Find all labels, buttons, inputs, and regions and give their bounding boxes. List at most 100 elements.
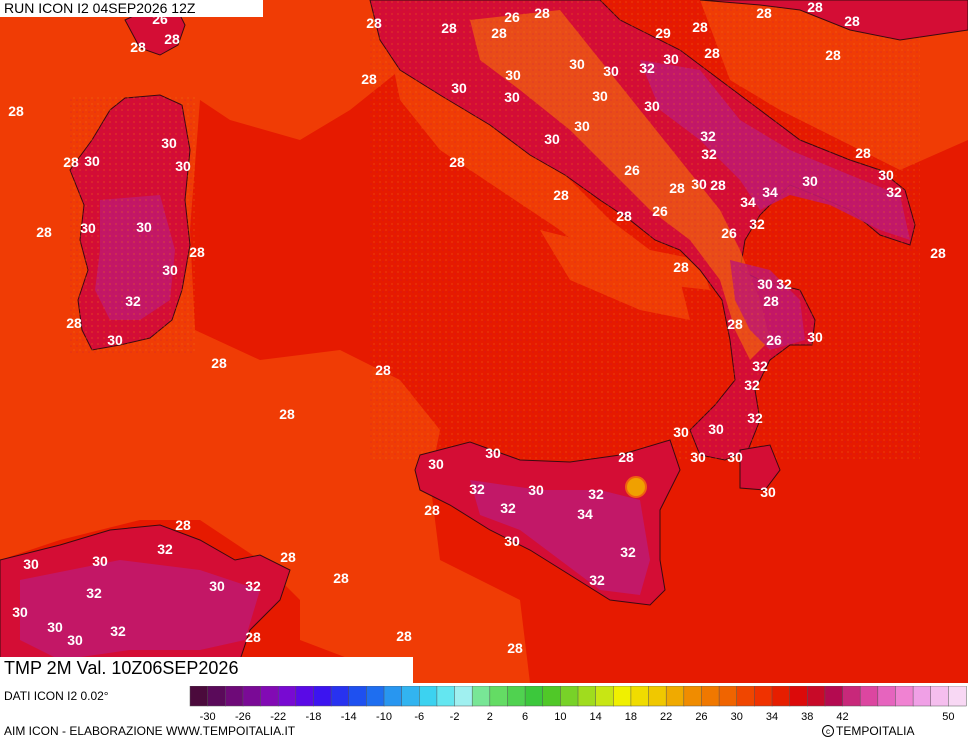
run-label: RUN ICON I2 04SEP2026 12Z — [4, 0, 196, 16]
scale-swatch — [665, 686, 685, 707]
temp-label: 30 — [673, 424, 689, 440]
scale-swatch — [736, 686, 755, 707]
scale-swatch — [242, 686, 262, 707]
temp-label: 28 — [424, 502, 440, 518]
temp-label: 26 — [721, 225, 737, 241]
scale-swatch — [542, 686, 561, 707]
scale-swatch — [313, 686, 332, 707]
temp-label: 28 — [189, 244, 205, 260]
temp-label: 30 — [451, 80, 467, 96]
scale-tick-label: -18 — [305, 711, 321, 723]
temp-label: 26 — [624, 162, 640, 178]
temp-label: 30 — [690, 449, 706, 465]
scale-swatch — [330, 686, 350, 707]
scale-swatch — [277, 686, 297, 707]
temp-label: 30 — [12, 604, 28, 620]
temp-label: 30 — [757, 276, 773, 292]
temp-label: 32 — [700, 128, 716, 144]
scale-tick-label: 2 — [487, 711, 493, 723]
temp-label: 32 — [588, 486, 604, 502]
scale-swatch — [930, 686, 949, 707]
temp-label: 30 — [592, 88, 608, 104]
temp-label: 28 — [673, 259, 689, 275]
temp-label: 30 — [175, 158, 191, 174]
temp-label: 32 — [752, 358, 768, 374]
temp-label: 32 — [500, 500, 516, 516]
temp-label: 30 — [84, 153, 100, 169]
temp-label: 32 — [245, 578, 261, 594]
temp-label: 30 — [528, 482, 544, 498]
temp-label: 32 — [589, 572, 605, 588]
temp-label: 30 — [574, 118, 590, 134]
etna-cool-spot — [625, 476, 647, 498]
temp-label: 26 — [652, 203, 668, 219]
temp-label: 28 — [279, 406, 295, 422]
scale-swatch — [842, 686, 861, 707]
scale-swatch — [718, 686, 738, 707]
temp-label: 30 — [760, 484, 776, 500]
scale-swatch — [401, 686, 420, 707]
temp-label: 32 — [747, 410, 763, 426]
temp-label: 32 — [776, 276, 792, 292]
temp-label: 28 — [361, 71, 377, 87]
scale-swatch — [613, 686, 632, 707]
temp-label: 30 — [603, 63, 619, 79]
temp-label: 32 — [86, 585, 102, 601]
temp-label: 28 — [669, 180, 685, 196]
scale-tick-label: 34 — [766, 711, 778, 723]
scale-tick-label: 18 — [625, 711, 637, 723]
scale-swatch — [701, 686, 720, 707]
temp-label: 28 — [375, 362, 391, 378]
temp-label: 30 — [209, 578, 225, 594]
temp-label: 28 — [855, 145, 871, 161]
data-source-label: DATI ICON I2 0.02° — [4, 689, 109, 703]
temp-label: 30 — [428, 456, 444, 472]
temp-label: 32 — [639, 60, 655, 76]
scale-swatch — [383, 686, 403, 707]
temp-label: 30 — [67, 632, 83, 648]
scale-tick-label: 38 — [801, 711, 813, 723]
temp-label: 28 — [616, 208, 632, 224]
scale-swatch — [419, 686, 438, 707]
temp-label: 30 — [504, 89, 520, 105]
temp-label: 34 — [740, 194, 756, 210]
scale-swatch — [348, 686, 367, 707]
color-scale: -30 -26 -22 -18 -14 -10 -6 -2 2 6 10 14 18 22 26 30 34 38… — [189, 686, 967, 723]
temp-label: 28 — [449, 154, 465, 170]
scale-tick-label: -30 — [200, 711, 216, 723]
scale-swatch — [771, 686, 791, 707]
temp-label: 30 — [92, 553, 108, 569]
scale-swatch — [789, 686, 808, 707]
temp-label: 28 — [8, 103, 24, 119]
temp-label: 32 — [157, 541, 173, 557]
temp-label: 28 — [930, 245, 946, 261]
scale-swatch — [877, 686, 897, 707]
temp-label: 28 — [130, 39, 146, 55]
scale-swatch — [489, 686, 509, 707]
scale-swatch — [207, 686, 226, 707]
temp-label: 28 — [491, 25, 507, 41]
temp-label: 28 — [807, 0, 823, 15]
temp-label: 30 — [47, 619, 63, 635]
temp-label: 32 — [125, 293, 141, 309]
temp-label: 28 — [245, 629, 261, 645]
temp-label: 32 — [701, 146, 717, 162]
scale-swatch — [436, 686, 456, 707]
scale-tick-label: -22 — [270, 711, 286, 723]
temp-label: 30 — [161, 135, 177, 151]
scale-swatch — [895, 686, 914, 707]
scale-swatch — [471, 686, 491, 707]
temp-label: 28 — [280, 549, 296, 565]
copyright: c TEMPOITALIA — [822, 724, 914, 738]
temp-label: 28 — [534, 5, 550, 21]
credits-label: AIM ICON - ELABORAZIONE WWW.TEMPOITALIA.… — [4, 724, 296, 738]
scale-tick-label: -10 — [376, 711, 392, 723]
scale-swatch — [648, 686, 667, 707]
temp-label: 28 — [164, 31, 180, 47]
temp-label: 30 — [663, 51, 679, 67]
temp-label: 30 — [569, 56, 585, 72]
temp-label: 30 — [644, 98, 660, 114]
temp-label: 32 — [744, 377, 760, 393]
scale-swatch — [225, 686, 244, 707]
scale-swatch — [577, 686, 597, 707]
